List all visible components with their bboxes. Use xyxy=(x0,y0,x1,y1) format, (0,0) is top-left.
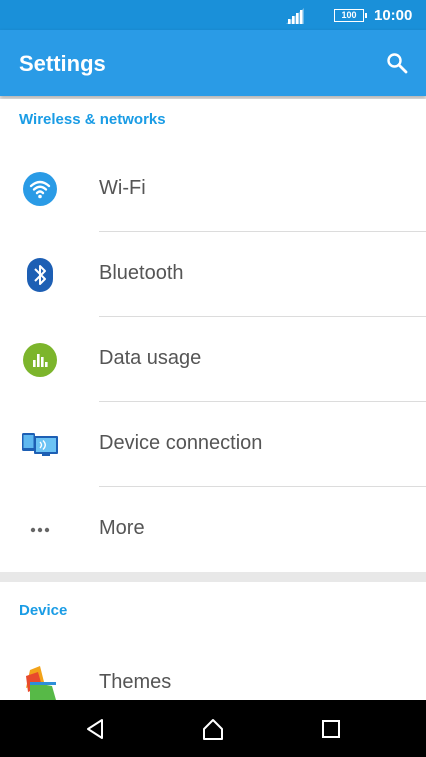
settings-item-device-connection[interactable]: Device connection xyxy=(0,402,426,487)
settings-item-label: Device connection xyxy=(99,432,263,454)
wireless-networks-card: Wireless & networks Wi-Fi Bluetooth Data xyxy=(0,99,426,572)
section-header-device: Device xyxy=(19,602,68,619)
page-title: Settings xyxy=(19,51,106,76)
app-bar: Settings xyxy=(0,30,426,96)
battery-indicator: 100 xyxy=(334,9,367,22)
recents-icon[interactable] xyxy=(320,718,342,740)
section-header-wireless: Wireless & networks xyxy=(19,111,166,128)
themes-icon xyxy=(26,666,56,700)
device-connection-icon xyxy=(22,433,58,456)
settings-item-label: More xyxy=(99,517,145,539)
settings-item-data-usage[interactable]: Data usage xyxy=(0,317,426,402)
settings-item-bluetooth[interactable]: Bluetooth xyxy=(0,232,426,317)
settings-item-wifi[interactable]: Wi-Fi xyxy=(0,147,426,232)
settings-item-label: Data usage xyxy=(99,347,202,369)
settings-item-label: Themes xyxy=(99,671,172,693)
settings-item-label: Wi-Fi xyxy=(99,177,146,199)
home-icon[interactable] xyxy=(202,718,224,740)
navigation-bar xyxy=(0,700,426,757)
back-icon[interactable] xyxy=(85,718,107,740)
signal-icon xyxy=(286,8,304,24)
data-usage-icon xyxy=(23,343,57,377)
search-icon[interactable] xyxy=(386,52,408,74)
device-card: Device Themes xyxy=(0,582,426,700)
status-time: 10:00 xyxy=(374,7,413,24)
settings-item-label: Bluetooth xyxy=(99,262,184,284)
settings-item-more[interactable]: More xyxy=(0,487,426,572)
wifi-icon xyxy=(23,172,57,206)
bluetooth-icon xyxy=(27,258,53,292)
status-bar: 100 10:00 xyxy=(0,0,426,30)
more-icon xyxy=(30,527,50,533)
